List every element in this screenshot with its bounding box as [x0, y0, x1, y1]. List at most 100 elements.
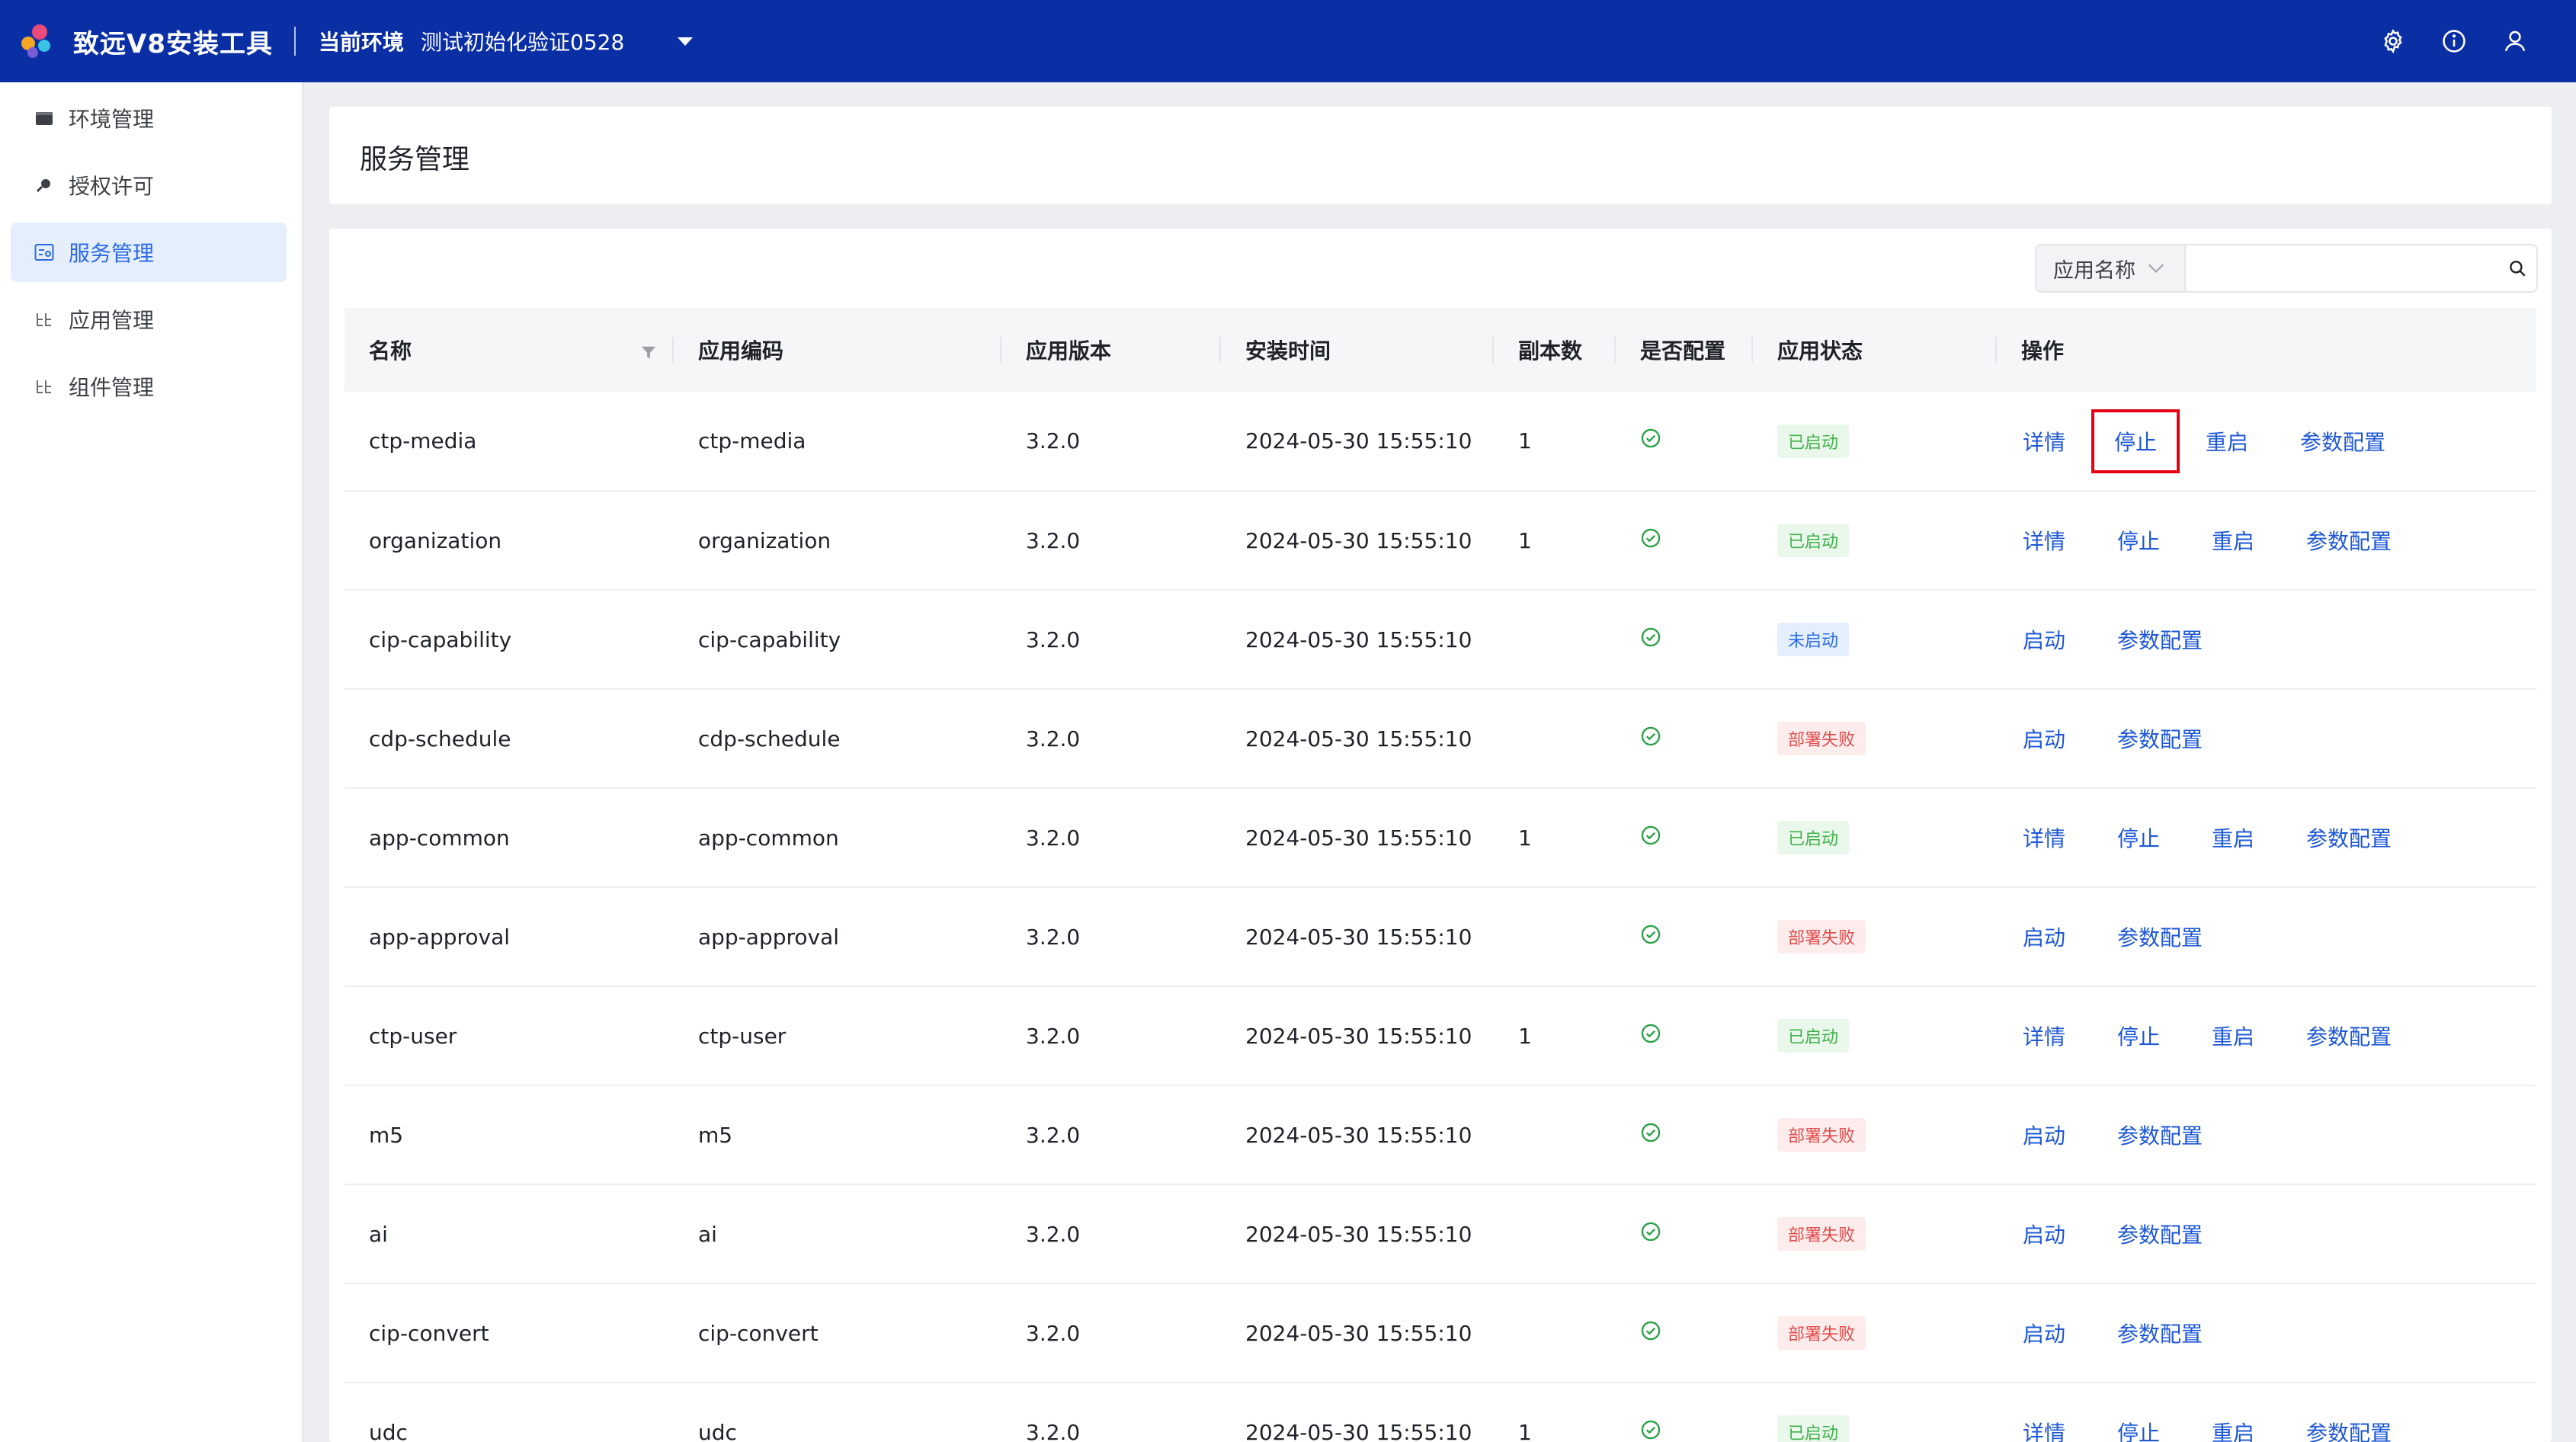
service-table: 名称 应用编码 应用版本 安装时间 副本数 是否配置 应用状态 操作 ctp-m…: [344, 308, 2536, 1442]
row-action-button[interactable]: 停止: [2116, 822, 2161, 853]
table-row: ctp-user ctp-user 3.2.0 2024-05-30 15:55:10…: [344, 986, 2536, 1085]
env-dropdown-caret-icon[interactable]: [678, 37, 694, 46]
cell-version: 3.2.0: [1026, 825, 1081, 851]
row-action-button[interactable]: 重启: [2204, 426, 2250, 457]
row-action-button[interactable]: 启动: [2021, 1219, 2067, 1249]
cell-name: cip-capability: [369, 626, 512, 652]
search-input[interactable]: [2186, 246, 2498, 290]
row-action-button[interactable]: 参数配置: [2116, 624, 2204, 655]
row-action-button[interactable]: 参数配置: [2116, 1318, 2204, 1348]
sidebar-item-component[interactable]: 组件管理: [11, 357, 287, 416]
row-action-button[interactable]: 参数配置: [2116, 1219, 2204, 1249]
cell-replicas: 1: [1518, 428, 1532, 453]
env-select-value[interactable]: 测试初始化验证0528: [421, 26, 624, 56]
row-action-button[interactable]: 停止: [2116, 525, 2161, 556]
column-header-name: 名称: [344, 308, 674, 392]
cell-code: m5: [698, 1122, 733, 1148]
cell-actions: 启动 参数配置: [1997, 887, 2536, 986]
cell-replicas: 1: [1518, 1023, 1532, 1049]
column-header-code: 应用编码: [674, 308, 1001, 392]
row-action-button[interactable]: 详情: [2021, 525, 2067, 556]
cell-code: ctp-media: [698, 428, 806, 453]
sidebar-item-application[interactable]: 应用管理: [11, 290, 287, 349]
row-action-button[interactable]: 参数配置: [2305, 822, 2393, 853]
cell-status: 已启动: [1753, 1383, 1997, 1442]
cell-install-time: 2024-05-30 15:55:10: [1245, 1122, 1472, 1148]
cell-status: 部署失败: [1753, 887, 1997, 986]
app-title: 致远V8安装工具: [73, 28, 273, 59]
row-action-button[interactable]: 参数配置: [2305, 525, 2393, 556]
gear-icon[interactable]: [2378, 20, 2408, 62]
row-action-button[interactable]: 停止: [2116, 1417, 2161, 1442]
cell-actions: 启动 参数配置: [1997, 590, 2536, 689]
row-action-button[interactable]: 参数配置: [2116, 723, 2204, 754]
page-title: 服务管理: [360, 144, 470, 175]
cell-version: 3.2.0: [1026, 1221, 1081, 1247]
row-action-button[interactable]: 启动: [2021, 723, 2067, 754]
row-action-button[interactable]: 重启: [2210, 822, 2256, 853]
row-action-button[interactable]: 参数配置: [2305, 1021, 2393, 1051]
row-action-button[interactable]: 详情: [2021, 1021, 2067, 1051]
row-action-button[interactable]: 详情: [2021, 1417, 2067, 1442]
cell-install-time: 2024-05-30 15:55:10: [1245, 1221, 1472, 1247]
cell-configured: [1616, 1383, 1753, 1442]
row-action-button[interactable]: 停止: [2116, 1021, 2161, 1051]
sidebar-item-environment[interactable]: 环境管理: [11, 88, 287, 148]
sidebar-item-label: 授权许可: [69, 174, 155, 199]
cell-code: cip-convert: [698, 1320, 819, 1346]
row-action-button[interactable]: 重启: [2210, 1021, 2256, 1051]
cell-version: 3.2.0: [1026, 527, 1081, 553]
status-badge: 已启动: [1777, 424, 1850, 458]
cell-name: ai: [369, 1221, 388, 1247]
cell-version: 3.2.0: [1026, 1023, 1081, 1049]
status-badge: 部署失败: [1777, 722, 1866, 755]
sidebar-item-label: 应用管理: [69, 308, 155, 333]
cell-install-time: 2024-05-30 15:55:10: [1245, 726, 1472, 751]
search-field-select-label: 应用名称: [2053, 258, 2135, 283]
cell-configured: [1616, 1283, 1753, 1383]
cell-replicas: 1: [1518, 825, 1532, 851]
cell-status: 已启动: [1753, 788, 1997, 887]
row-action-button[interactable]: 参数配置: [2116, 1120, 2204, 1150]
row-action-button[interactable]: 启动: [2021, 1318, 2067, 1348]
row-action-button[interactable]: 启动: [2021, 1120, 2067, 1150]
row-action-button[interactable]: 详情: [2021, 426, 2067, 457]
user-icon[interactable]: [2500, 20, 2530, 62]
row-action-button[interactable]: 启动: [2021, 624, 2067, 655]
row-action-button[interactable]: 停止: [2091, 409, 2180, 473]
sidebar-item-license[interactable]: 授权许可: [11, 155, 287, 215]
row-action-button[interactable]: 重启: [2210, 525, 2256, 556]
table-row: ai ai 3.2.0 2024-05-30 15:55:10 部署失败 启动 参数配置: [344, 1184, 2536, 1283]
check-circle-icon: [1640, 726, 1661, 747]
cell-configured: [1616, 986, 1753, 1085]
check-circle-icon: [1640, 1320, 1661, 1341]
row-action-button[interactable]: 详情: [2021, 822, 2067, 853]
row-action-button[interactable]: 启动: [2021, 921, 2067, 952]
search-box: 应用名称: [2035, 244, 2538, 293]
cell-actions: 启动 参数配置: [1997, 1085, 2536, 1184]
search-icon[interactable]: [2498, 246, 2536, 290]
info-icon[interactable]: [2439, 20, 2469, 62]
service-list-card: 应用名称 名称 应用编码 应用版本 安装时间 副本数 是否配置 应用状态 操作 …: [329, 229, 2552, 1442]
chevron-down-icon: [2148, 258, 2164, 273]
sidebar-item-label: 服务管理: [69, 241, 155, 266]
table-row: organization organization 3.2.0 2024-05-30 …: [344, 491, 2536, 590]
cell-install-time: 2024-05-30 15:55:10: [1245, 428, 1472, 453]
table-row: app-approval app-approval 3.2.0 2024-05-30 …: [344, 887, 2536, 986]
row-action-button[interactable]: 重启: [2210, 1417, 2256, 1442]
search-field-select[interactable]: 应用名称: [2036, 245, 2186, 291]
check-circle-icon: [1640, 527, 1661, 549]
cell-actions: 详情 停止 重启 参数配置: [1997, 392, 2536, 491]
cell-version: 3.2.0: [1026, 626, 1081, 652]
cell-status: 部署失败: [1753, 1085, 1997, 1184]
check-circle-icon: [1640, 1023, 1661, 1044]
sidebar-item-service[interactable]: 服务管理: [11, 223, 287, 282]
cell-install-time: 2024-05-30 15:55:10: [1245, 1419, 1472, 1442]
row-action-button[interactable]: 参数配置: [2299, 426, 2387, 457]
row-action-button[interactable]: 参数配置: [2305, 1417, 2393, 1442]
cell-replicas: [1494, 1184, 1616, 1283]
row-action-button[interactable]: 参数配置: [2116, 921, 2204, 952]
cell-install-time: 2024-05-30 15:55:10: [1245, 626, 1472, 652]
filter-icon[interactable]: [640, 341, 657, 367]
check-circle-icon: [1640, 428, 1661, 449]
